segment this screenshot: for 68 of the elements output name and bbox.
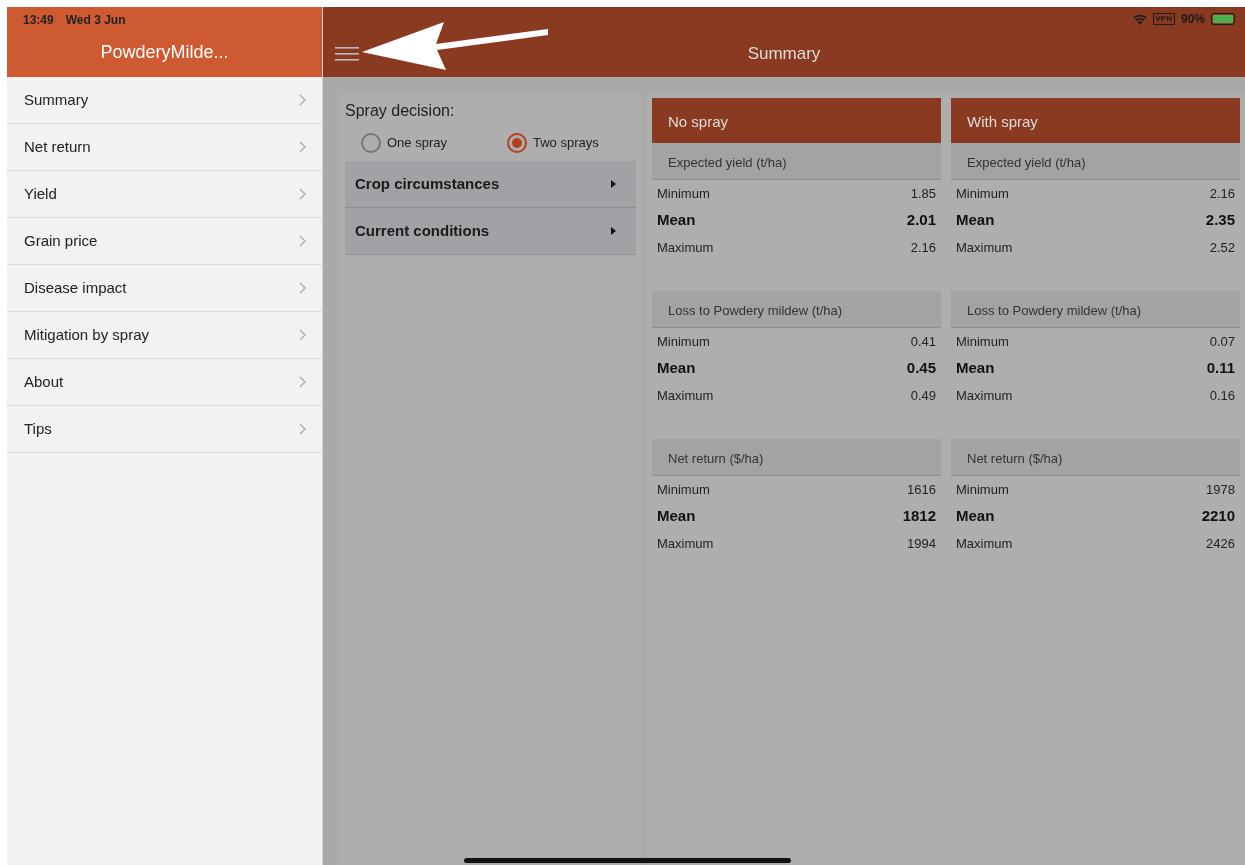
- stat-label: Minimum: [956, 332, 1009, 351]
- stat-value: 2.16: [910, 238, 936, 257]
- app-title: PowderyMilde...: [100, 42, 229, 62]
- stat-label: Minimum: [956, 184, 1009, 203]
- radio-option[interactable]: Two sprays: [507, 133, 599, 153]
- stat-value: 1616: [907, 480, 936, 499]
- stat-label: Minimum: [657, 480, 710, 499]
- radio-button[interactable]: [507, 133, 527, 153]
- stat-label: Mean: [657, 506, 696, 527]
- stat-label: Mean: [956, 506, 995, 527]
- radio-button[interactable]: [361, 133, 381, 153]
- stat-value: 2.52: [1209, 238, 1235, 257]
- stat-label: Maximum: [956, 386, 1013, 405]
- status-date: Wed 3 Jun: [65, 12, 126, 29]
- stat-label: Maximum: [956, 534, 1013, 553]
- chevron-icon: [299, 188, 306, 200]
- stat-value: 2.16: [1209, 184, 1235, 203]
- stat-value: 0.45: [906, 358, 936, 379]
- group-header: Net return ($/ha): [951, 439, 1240, 476]
- status-time: 13:49: [23, 12, 54, 29]
- stat-label: Mean: [657, 358, 696, 379]
- stat-label: Maximum: [657, 534, 714, 553]
- chevron-icon: [299, 423, 306, 435]
- stat-label: Minimum: [657, 332, 710, 351]
- spray-decision-label: Spray decision:: [345, 101, 456, 121]
- stat-label: Minimum: [956, 480, 1009, 499]
- chevron-icon: [299, 329, 306, 341]
- page-title: Summary: [747, 44, 821, 64]
- radio-option[interactable]: One spray: [361, 133, 447, 153]
- wifi-icon: [1132, 13, 1147, 25]
- stat-value: 1978: [1206, 480, 1235, 499]
- stat-label: Maximum: [657, 386, 714, 405]
- group-header: Loss to Powdery mildew (t/ha): [652, 291, 941, 328]
- stat-value: 2210: [1201, 506, 1235, 527]
- chevron-icon: [299, 141, 306, 153]
- section-header[interactable]: Current conditions: [345, 208, 636, 255]
- stat-value: 0.41: [910, 332, 936, 351]
- stat-label: Maximum: [657, 238, 714, 257]
- stat-value: 1.85: [910, 184, 936, 203]
- menu-icon[interactable]: [335, 46, 359, 62]
- stat-value: 0.49: [910, 386, 936, 405]
- stat-value: 2426: [1206, 534, 1235, 553]
- chevron-icon: [299, 94, 306, 106]
- stat-label: Mean: [657, 210, 696, 231]
- scenario-header: No spray: [652, 98, 941, 143]
- chevron-icon: [299, 282, 306, 294]
- section-header[interactable]: Crop circumstances: [345, 161, 636, 208]
- group-header: Expected yield (t/ha): [951, 143, 1240, 180]
- chevron-icon: [299, 235, 306, 247]
- stat-value: 1994: [907, 534, 936, 553]
- battery-percent: 90%: [1180, 11, 1205, 28]
- vpn-indicator: VPN: [1152, 13, 1175, 25]
- group-header: Expected yield (t/ha): [652, 143, 941, 180]
- group-header: Net return ($/ha): [652, 439, 941, 476]
- group-header: Loss to Powdery mildew (t/ha): [951, 291, 1240, 328]
- stat-value: 0.16: [1209, 386, 1235, 405]
- battery-icon: [1211, 13, 1235, 25]
- stat-value: 0.11: [1206, 358, 1235, 379]
- stat-label: Minimum: [657, 184, 710, 203]
- stat-value: 0.07: [1209, 332, 1235, 351]
- stat-label: Mean: [956, 358, 995, 379]
- chevron-icon: [299, 376, 306, 388]
- stat-value: 2.35: [1205, 210, 1235, 231]
- stat-value: 1812: [902, 506, 936, 527]
- scenario-header: With spray: [951, 98, 1240, 143]
- stat-label: Maximum: [956, 238, 1013, 257]
- stat-value: 2.01: [906, 210, 936, 231]
- stat-label: Mean: [956, 210, 995, 231]
